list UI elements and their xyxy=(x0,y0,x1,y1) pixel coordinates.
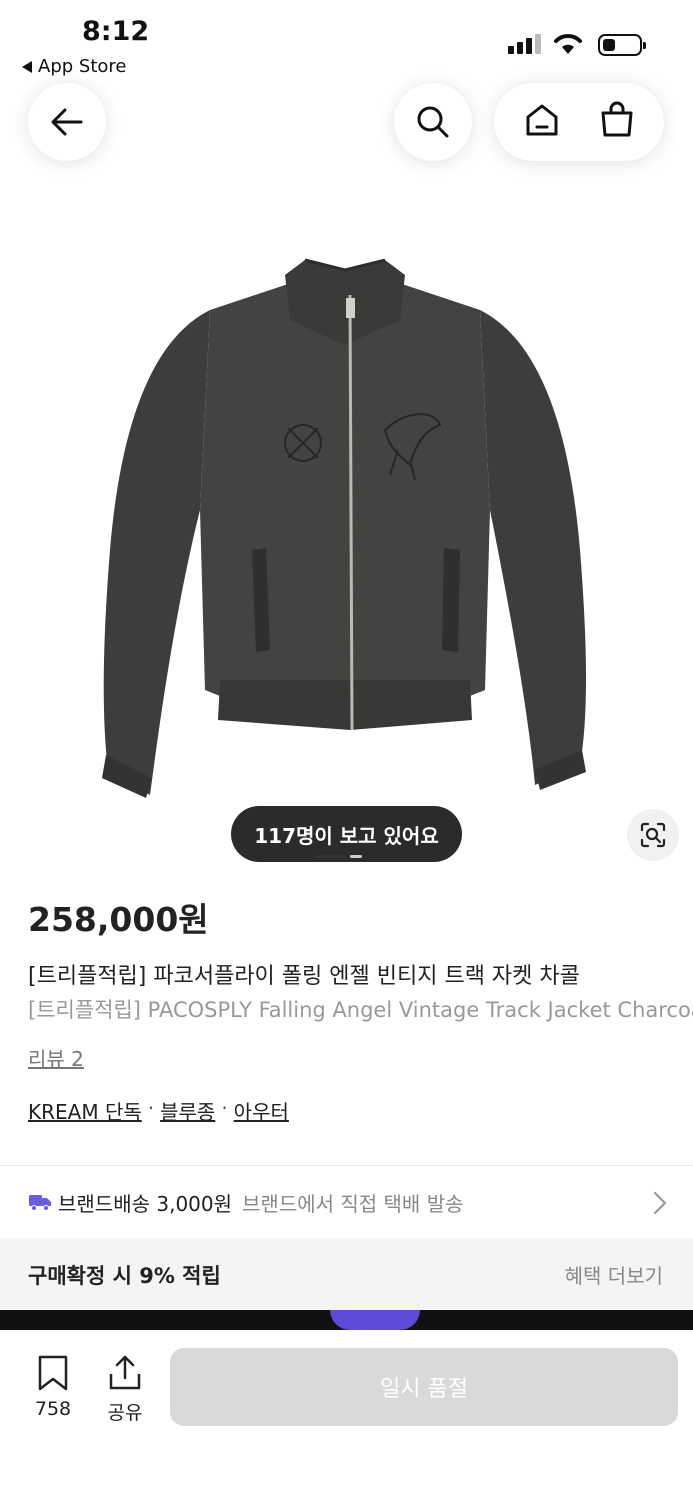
pager-dot xyxy=(350,855,362,858)
back-button[interactable] xyxy=(28,83,106,161)
bookmark-count: 758 xyxy=(34,1398,72,1420)
category-separator: · xyxy=(147,1096,155,1120)
bookmark-button[interactable]: 758 xyxy=(28,1354,78,1420)
search-button[interactable] xyxy=(394,83,472,161)
points-banner[interactable]: 구매확정 시 9% 적립 혜택 더보기 xyxy=(0,1238,693,1310)
shopping-bag-button[interactable] xyxy=(598,101,636,143)
bottom-action-bar: 758 공유 일시 품절 xyxy=(0,1330,693,1500)
shipping-detail: 브랜드에서 직접 택배 발송 xyxy=(242,1191,464,1216)
arrow-left-icon xyxy=(51,108,83,136)
points-more-link[interactable]: 혜택 더보기 xyxy=(565,1260,663,1289)
category-separator: · xyxy=(221,1096,228,1120)
product-title-ko: [트리플적립] 파코서플라이 폴링 엔젤 빈티지 트랙 자켓 차콜 xyxy=(28,964,580,989)
chevron-right-icon xyxy=(653,1191,667,1215)
viewers-badge: 117명이 보고 있어요 xyxy=(231,806,462,862)
status-time: 8:12 xyxy=(82,16,150,47)
section-divider xyxy=(0,1165,693,1166)
wifi-icon xyxy=(554,34,582,54)
shipping-row[interactable]: 브랜드배송 3,000원 브랜드에서 직접 택배 발송 xyxy=(28,1186,668,1218)
camera-lens-icon xyxy=(640,822,666,848)
soldout-button[interactable]: 일시 품절 xyxy=(170,1348,678,1426)
image-search-button[interactable] xyxy=(627,809,679,861)
category-outer[interactable]: 아우터 xyxy=(234,1096,289,1125)
back-app-label: App Store xyxy=(38,56,127,77)
truck-icon xyxy=(29,1195,51,1211)
product-image[interactable] xyxy=(80,250,610,810)
status-bar: 8:12 App Store xyxy=(0,0,693,84)
reviews-link[interactable]: 리뷰 2 xyxy=(28,1043,84,1072)
cellular-signal-icon xyxy=(508,34,541,54)
home-icon xyxy=(526,104,557,136)
share-icon xyxy=(109,1355,141,1390)
promo-strip xyxy=(0,1310,693,1330)
home-button[interactable] xyxy=(523,101,561,143)
product-price: 258,000원 xyxy=(28,900,209,939)
share-label: 공유 xyxy=(107,1402,143,1424)
nav-home-bag-group xyxy=(494,83,664,161)
battery-icon xyxy=(598,34,646,56)
points-label: 구매확정 시 9% 적립 xyxy=(28,1264,221,1288)
pager-active xyxy=(316,855,346,858)
shipping-label: 브랜드배송 3,000원 xyxy=(58,1191,233,1216)
category-blouson[interactable]: 블루종 xyxy=(160,1096,215,1125)
category-kream-exclusive[interactable]: KREAM 단독 xyxy=(28,1096,142,1125)
bookmark-icon xyxy=(38,1355,68,1391)
search-icon xyxy=(417,106,449,138)
back-to-app-store[interactable]: App Store xyxy=(22,56,126,77)
shopping-bag-icon xyxy=(601,101,632,137)
back-triangle-icon xyxy=(22,60,32,73)
share-button[interactable]: 공유 xyxy=(98,1354,152,1425)
category-links: KREAM 단독 · 블루종 · 아우터 xyxy=(28,1096,289,1125)
image-pager xyxy=(316,855,362,858)
promo-glow xyxy=(330,1310,420,1330)
product-title-en: [트리플적립] PACOSPLY Falling Angel Vintage T… xyxy=(28,998,693,1022)
